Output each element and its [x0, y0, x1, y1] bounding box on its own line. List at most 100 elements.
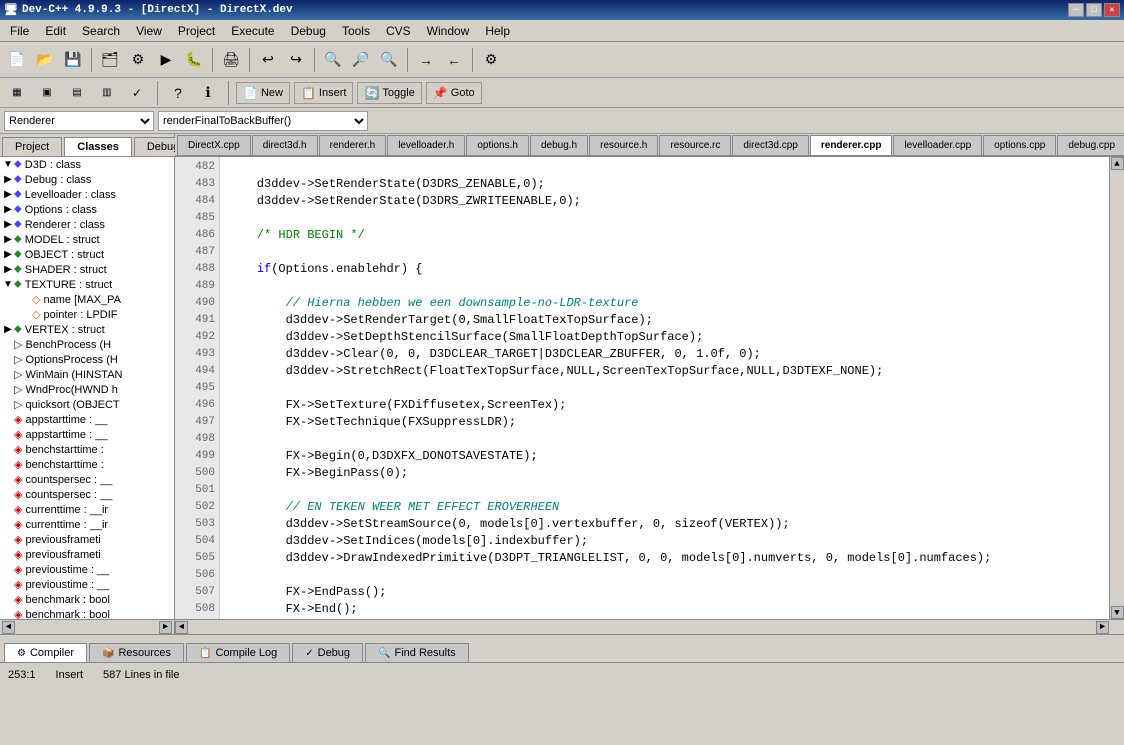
tab-debug-bottom[interactable]: ✓ Debug — [292, 643, 363, 662]
tree-item-appstarttime1[interactable]: ◈ appstarttime : __ — [0, 412, 174, 427]
tree-item-countspersec2[interactable]: ◈ countspersec : __ — [0, 487, 174, 502]
menu-cvs[interactable]: CVS — [378, 22, 419, 40]
class-select[interactable]: Renderer — [4, 111, 154, 131]
tree-item-texture[interactable]: ▼ ⬥ TEXTURE : struct — [0, 277, 174, 292]
tab-renderer-cpp[interactable]: renderer.cpp — [810, 135, 893, 155]
debug-run-button[interactable]: 🐛 — [181, 47, 207, 73]
view4-button[interactable]: ▥ — [94, 80, 120, 106]
tab-project[interactable]: Project — [2, 137, 62, 156]
tree-item-d3d[interactable]: ▼ ⬥ D3D : class — [0, 157, 174, 172]
vertical-scrollbar[interactable]: ▲ ▼ — [1109, 157, 1124, 619]
left-hscroll-right[interactable]: ► — [159, 621, 172, 634]
tree-item-prevframetime2[interactable]: ◈ previousframeti — [0, 547, 174, 562]
print-button[interactable]: 🖨 — [218, 47, 244, 73]
view3-button[interactable]: ▤ — [64, 80, 90, 106]
tree-item-benchprocess[interactable]: ▷ BenchProcess (H — [0, 337, 174, 352]
menu-file[interactable]: File — [2, 22, 37, 40]
save-file-button[interactable]: 💾 — [60, 47, 86, 73]
open-file-button[interactable]: 📂 — [32, 47, 58, 73]
tab-compile-log[interactable]: 📋 Compile Log — [186, 643, 290, 662]
tab-levelloader-cpp[interactable]: levelloader.cpp — [893, 135, 982, 155]
menu-help[interactable]: Help — [477, 22, 518, 40]
tab-directx-cpp[interactable]: DirectX.cpp — [177, 135, 251, 155]
project-new-button[interactable]: 🗂 — [97, 47, 123, 73]
options-button[interactable]: ⚙ — [478, 47, 504, 73]
close-button[interactable]: ✕ — [1104, 3, 1120, 17]
code-editor[interactable]: 4824834844854864874884894904914924934944… — [175, 157, 1109, 619]
tree-item-pointer[interactable]: ◇ pointer : LPDIF — [0, 307, 174, 322]
info-button[interactable]: ℹ — [195, 80, 221, 106]
tree-item-debug[interactable]: ▶ ⬥ Debug : class — [0, 172, 174, 187]
tree-item-prevtime1[interactable]: ◈ previoustime : __ — [0, 562, 174, 577]
menu-window[interactable]: Window — [419, 22, 478, 40]
tree-item-prevtime2[interactable]: ◈ previoustime : __ — [0, 577, 174, 592]
scroll-down-button[interactable]: ▼ — [1111, 606, 1124, 619]
menu-project[interactable]: Project — [170, 22, 223, 40]
tree-item-benchstarttime2[interactable]: ◈ benchstarttime : — [0, 457, 174, 472]
tab-levelloader-h[interactable]: levelloader.h — [387, 135, 465, 155]
view2-button[interactable]: ▣ — [34, 80, 60, 106]
menu-search[interactable]: Search — [74, 22, 128, 40]
tree-item-benchmark1[interactable]: ◈ benchmark : bool — [0, 592, 174, 607]
code-content[interactable]: d3ddev->SetRenderState(D3DRS_ZENABLE,0);… — [220, 157, 1109, 619]
tab-direct3d-cpp[interactable]: direct3d.cpp — [732, 135, 808, 155]
menu-debug[interactable]: Debug — [283, 22, 334, 40]
tree-item-appstarttime2[interactable]: ◈ appstarttime : __ — [0, 427, 174, 442]
tab-find-results[interactable]: 🔍 Find Results — [365, 643, 469, 662]
indent-button[interactable]: → — [413, 47, 439, 73]
checkmark-button[interactable]: ✓ — [124, 80, 150, 106]
tree-item-wndproc[interactable]: ▷ WndProc(HWND h — [0, 382, 174, 397]
main-hscroll-right[interactable]: ► — [1096, 621, 1109, 634]
tree-item-quicksort[interactable]: ▷ quicksort (OBJECT — [0, 397, 174, 412]
find-button[interactable]: 🔍 — [320, 47, 346, 73]
run-button[interactable]: ▶ — [153, 47, 179, 73]
menu-tools[interactable]: Tools — [334, 22, 378, 40]
compile-button[interactable]: ⚙ — [125, 47, 151, 73]
new-file-button[interactable]: 📄 — [4, 47, 30, 73]
tree-item-prevframetime1[interactable]: ◈ previousframeti — [0, 532, 174, 547]
tab-direct3d-h[interactable]: direct3d.h — [252, 135, 318, 155]
tab-resources[interactable]: 📦 Resources — [89, 643, 184, 662]
insert-button[interactable]: 📋 Insert — [294, 82, 353, 104]
menu-view[interactable]: View — [128, 22, 170, 40]
view1-button[interactable]: ▦ — [4, 80, 30, 106]
goto-button[interactable]: 📌 Goto — [426, 82, 482, 104]
menu-execute[interactable]: Execute — [223, 22, 282, 40]
unindent-button[interactable]: ← — [441, 47, 467, 73]
new-button[interactable]: 📄 New — [236, 82, 290, 104]
tree-item-levelloader[interactable]: ▶ ⬥ Levelloader : class — [0, 187, 174, 202]
tree-item-benchmark2[interactable]: ◈ benchmark : bool — [0, 607, 174, 619]
minimize-button[interactable]: ─ — [1068, 3, 1084, 17]
tab-resource-rc[interactable]: resource.rc — [659, 135, 731, 155]
tab-classes[interactable]: Classes — [64, 137, 132, 156]
function-select[interactable]: renderFinalToBackBuffer() — [158, 111, 368, 131]
tree-item-countspersec1[interactable]: ◈ countspersec : __ — [0, 472, 174, 487]
help-button[interactable]: ? — [165, 80, 191, 106]
tab-renderer-h[interactable]: renderer.h — [319, 135, 387, 155]
scroll-up-button[interactable]: ▲ — [1111, 157, 1124, 170]
tree-item-currenttime1[interactable]: ◈ currenttime : __ir — [0, 502, 174, 517]
tab-debug-h[interactable]: debug.h — [530, 135, 588, 155]
toggle-button[interactable]: 🔄 Toggle — [357, 82, 421, 104]
tree-item-name[interactable]: ◇ name [MAX_PA — [0, 292, 174, 307]
tab-options-h[interactable]: options.h — [466, 135, 529, 155]
zoom-in-button[interactable]: 🔍 — [376, 47, 402, 73]
tab-resource-h[interactable]: resource.h — [589, 135, 658, 155]
tree-item-renderer[interactable]: ▶ ⬥ Renderer : class — [0, 217, 174, 232]
maximize-button[interactable]: □ — [1086, 3, 1102, 17]
tree-item-options[interactable]: ▶ ⬥ Options : class — [0, 202, 174, 217]
tree-item-model[interactable]: ▶ ⬥ MODEL : struct — [0, 232, 174, 247]
tree-item-vertex[interactable]: ▶ ⬥ VERTEX : struct — [0, 322, 174, 337]
tree-item-winmain[interactable]: ▷ WinMain (HINSTAN — [0, 367, 174, 382]
tab-debug-cpp[interactable]: debug.cpp — [1057, 135, 1124, 155]
redo-button[interactable]: ↪ — [283, 47, 309, 73]
tree-item-shader[interactable]: ▶ ⬥ SHADER : struct — [0, 262, 174, 277]
left-hscroll-left[interactable]: ◄ — [2, 621, 15, 634]
undo-button[interactable]: ↩ — [255, 47, 281, 73]
menu-edit[interactable]: Edit — [37, 22, 74, 40]
tree-item-optionsprocess[interactable]: ▷ OptionsProcess (H — [0, 352, 174, 367]
main-hscroll-left[interactable]: ◄ — [175, 621, 188, 634]
tab-compiler[interactable]: ⚙ Compiler — [4, 643, 87, 662]
tab-options-cpp[interactable]: options.cpp — [983, 135, 1056, 155]
tree-item-object[interactable]: ▶ ⬥ OBJECT : struct — [0, 247, 174, 262]
